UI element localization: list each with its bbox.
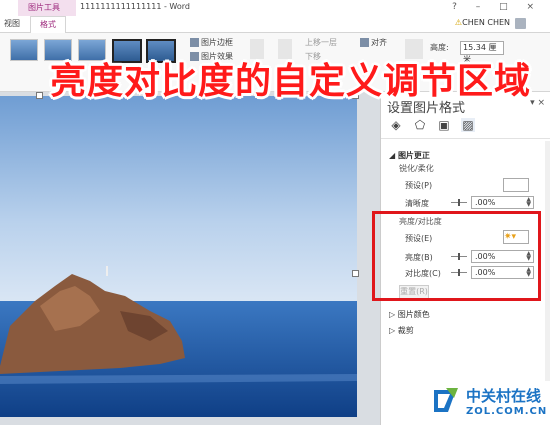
border-icon [190, 38, 199, 47]
align-button[interactable]: 对齐 [360, 37, 387, 48]
highlight-box [372, 211, 541, 301]
zol-watermark: 中关村在线 ZOL.COM.CN [430, 382, 546, 422]
sharpen-soften-heading: 锐化/柔化 [399, 164, 434, 173]
resize-handle[interactable] [36, 92, 43, 99]
annotation-banner: 亮度对比度的自定义调节区域 [50, 61, 532, 102]
divider [381, 138, 550, 139]
document-canvas [0, 92, 380, 425]
effects-pentagon-icon[interactable]: ⬠ [413, 118, 427, 132]
tab-view[interactable]: 视图 [4, 18, 20, 29]
fill-line-icon[interactable]: ◈ [389, 118, 403, 132]
picture-tools-context-group: 图片工具 [18, 0, 76, 16]
bring-forward-button[interactable]: 上移一层 [305, 37, 337, 48]
resize-handle[interactable] [352, 270, 359, 277]
watermark-en: ZOL.COM.CN [466, 406, 548, 417]
zol-logo-icon [434, 388, 458, 412]
document-title: 1111111111111111 - Word [80, 2, 190, 11]
pane-scrollbar[interactable] [545, 141, 550, 381]
sharpen-preset-dropdown[interactable] [503, 178, 529, 192]
picture-tab-icon[interactable]: ▨ [461, 118, 475, 132]
layout-icon[interactable]: ▣ [437, 118, 451, 132]
align-icon [360, 38, 369, 47]
preset-label: 预设(P) [405, 181, 433, 190]
clarity-label: 清晰度 [405, 199, 429, 208]
tab-format[interactable]: 格式 [30, 16, 66, 33]
section-picture-correction[interactable]: ◢ 图片更正 [389, 150, 430, 161]
context-group-label: 图片工具 [28, 3, 60, 12]
section-crop[interactable]: ▷ 裁剪 [389, 325, 414, 336]
avatar[interactable] [515, 18, 526, 29]
section-picture-color[interactable]: ▷ 图片颜色 [389, 309, 430, 320]
clarity-input[interactable]: .00% ▲ ▼ [471, 196, 534, 209]
ribbon-tab-row: 视图 格式 ⚠ CHEN CHEN [0, 16, 550, 33]
watermark-cn: 中关村在线 [466, 387, 542, 405]
window-controls[interactable]: ? – □ × [452, 2, 542, 12]
picture-border-button[interactable]: 图片边框 [190, 37, 233, 48]
clarity-slider-thumb[interactable] [458, 199, 460, 206]
user-name[interactable]: CHEN CHEN [462, 18, 510, 27]
picture-style-1[interactable] [10, 39, 38, 61]
title-bar: 图片工具 1111111111111111 - Word ? – □ × [0, 0, 550, 16]
selected-picture[interactable] [0, 96, 357, 417]
warning-icon: ⚠ [454, 18, 462, 27]
